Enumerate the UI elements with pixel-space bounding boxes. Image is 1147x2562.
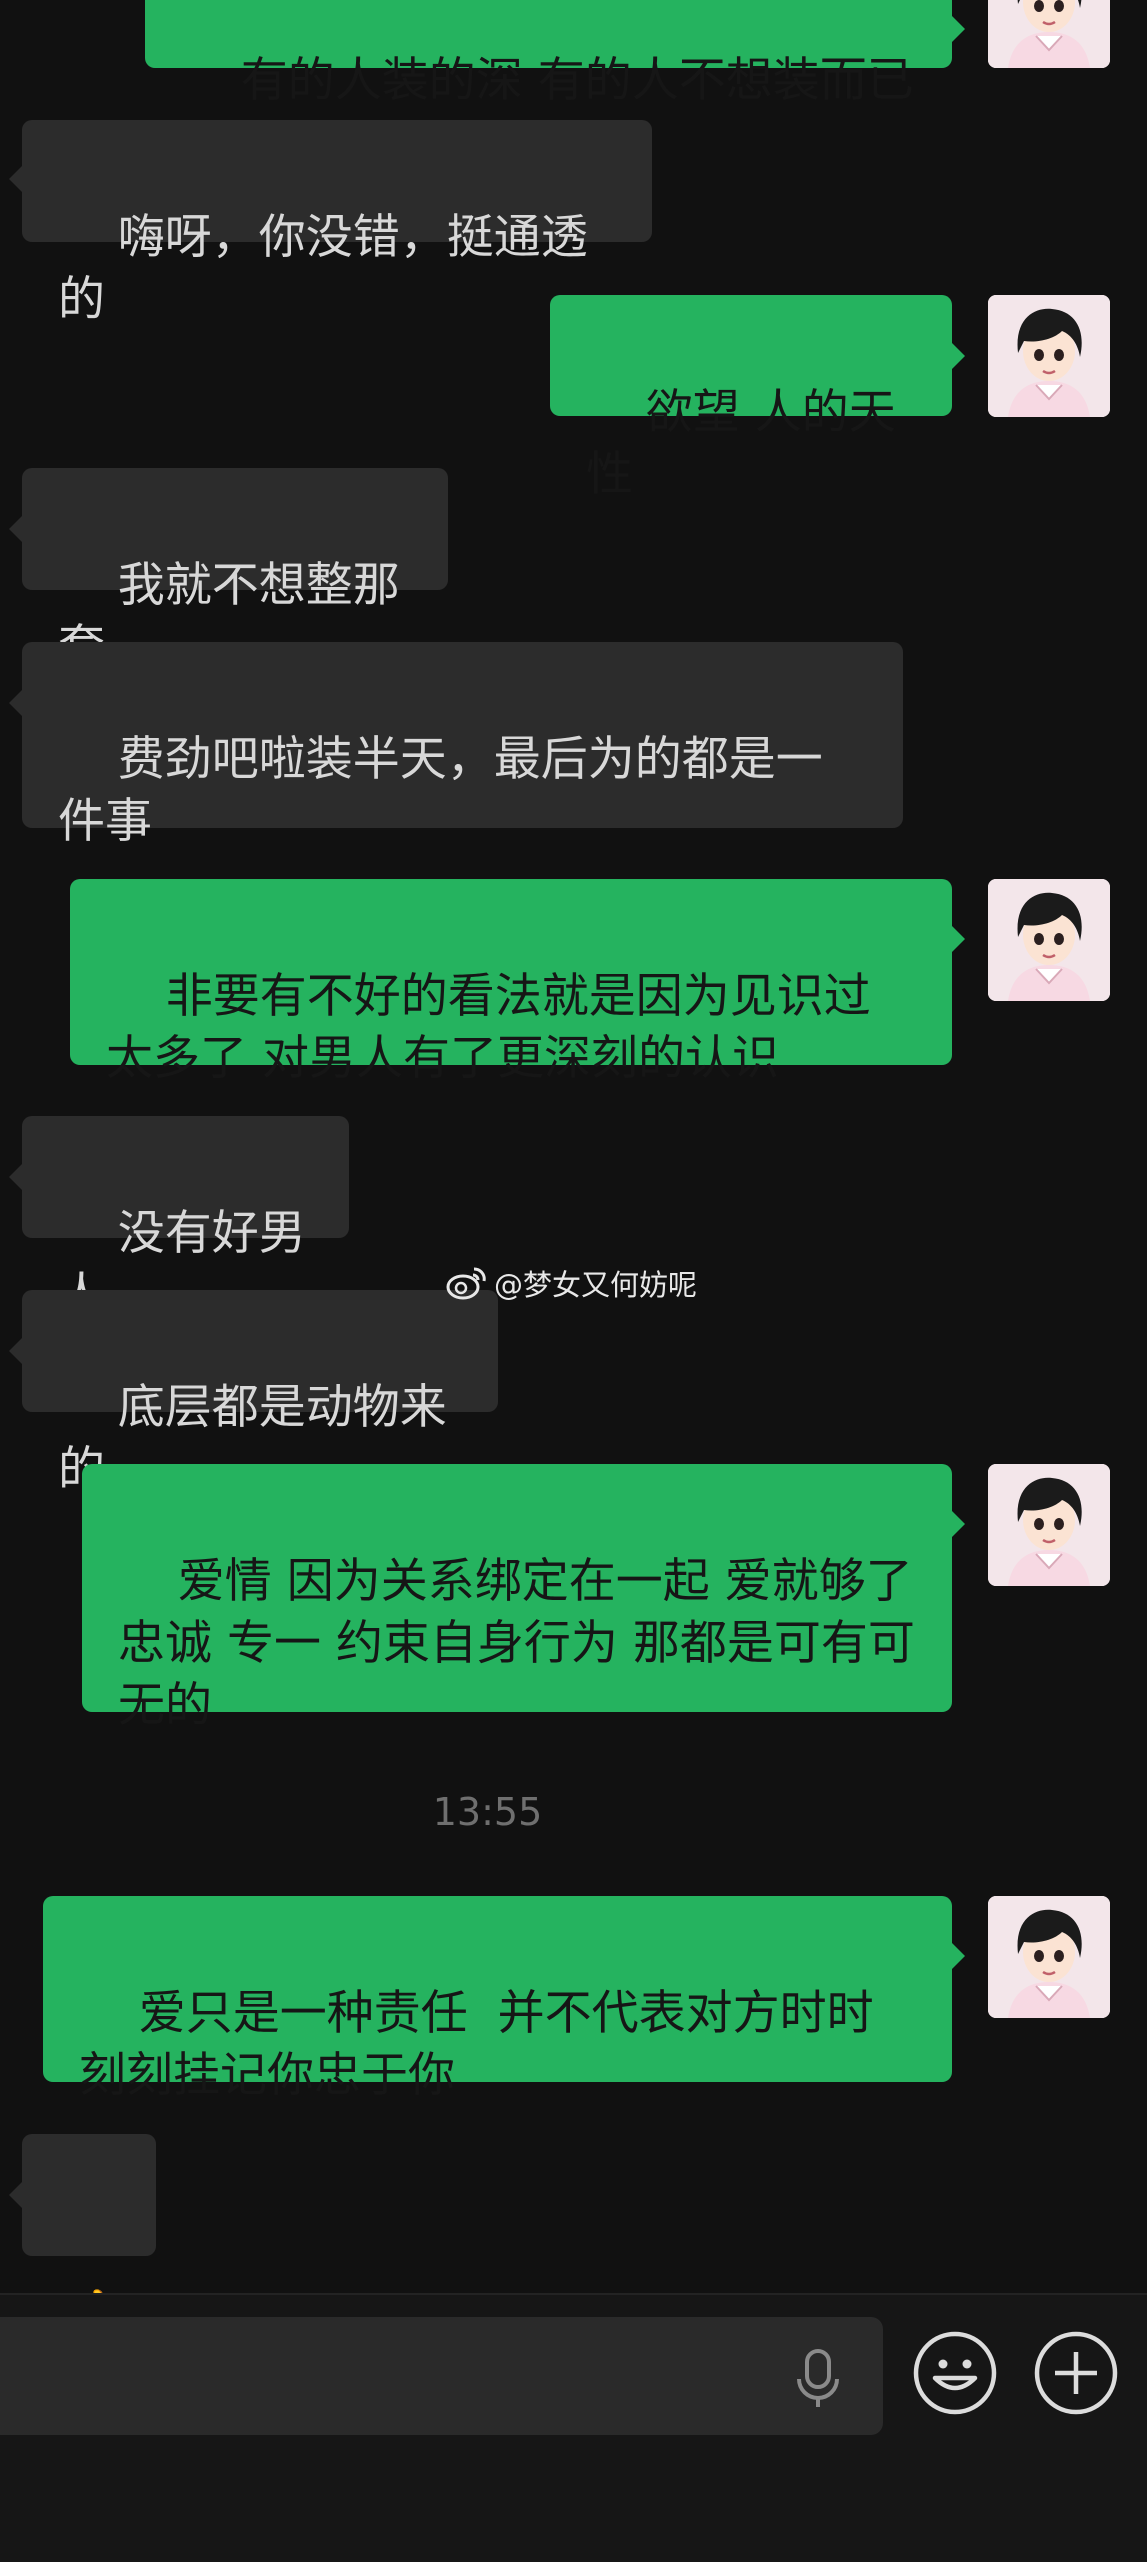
- message-text: 欲望 人的天性: [586, 385, 896, 502]
- chat-history[interactable]: 有的人装的深 有的人不想装而已 嗨呀，你没错，挺通透的 欲望 人的天性 我就不想…: [0, 0, 1147, 2348]
- user-avatar[interactable]: [988, 1896, 1110, 2018]
- watermark: @梦女又何妨呢: [446, 1262, 697, 1304]
- user-avatar[interactable]: [988, 879, 1110, 1001]
- bubble-tail: [9, 1164, 22, 1190]
- watermark-text: @梦女又何妨呢: [494, 1268, 698, 1302]
- message-bubble-outgoing[interactable]: 有的人装的深 有的人不想装而已: [145, 0, 952, 108]
- emoji-icon[interactable]: [912, 2330, 998, 2416]
- message-bubble-incoming[interactable]: 👍: [22, 2134, 156, 2348]
- bubble-tail: [952, 16, 965, 42]
- message-bubble-outgoing[interactable]: 非要有不好的看法就是因为见识过太多了 对男人有了更深刻的认识: [70, 879, 952, 1086]
- message-bubble-incoming[interactable]: 没有好男人: [22, 1116, 349, 1323]
- message-text: 有的人装的深 有的人不想装而已: [240, 53, 914, 108]
- message-text: 嗨呀，你没错，挺通透的: [58, 210, 588, 327]
- avatar-portrait-icon: [988, 1464, 1110, 1586]
- bubble-tail: [952, 926, 965, 952]
- message-text: 爱只是一种责任 并不代表对方时时刻刻挂记你忠于你: [79, 1986, 874, 2103]
- message-bubble-incoming[interactable]: 底层都是动物来的: [22, 1290, 498, 1497]
- chat-input-bar: [0, 2293, 1147, 2562]
- avatar-portrait-icon: [988, 295, 1110, 417]
- bubble-tail: [952, 343, 965, 369]
- message-bubble-outgoing[interactable]: 爱只是一种责任 并不代表对方时时刻刻挂记你忠于你: [43, 1896, 952, 2103]
- bubble-tail: [9, 2182, 22, 2208]
- avatar-portrait-icon: [988, 0, 1110, 68]
- message-bubble-outgoing[interactable]: 爱情 因为关系绑定在一起 爱就够了 忠诚 专一 约束自身行为 那都是可有可无的: [82, 1464, 952, 1733]
- bubble-tail: [952, 1943, 965, 1969]
- user-avatar[interactable]: [988, 295, 1110, 417]
- weibo-icon: [446, 1267, 486, 1300]
- bubble-tail: [9, 690, 22, 716]
- message-input[interactable]: [0, 2317, 883, 2435]
- bubble-tail: [9, 516, 22, 542]
- message-bubble-incoming[interactable]: 费劲吧啦装半天，最后为的都是一件事: [22, 642, 903, 849]
- message-text: 费劲吧啦装半天，最后为的都是一件事: [58, 732, 823, 849]
- message-bubble-outgoing[interactable]: 欲望 人的天性: [550, 295, 952, 502]
- bubble-tail: [952, 1511, 965, 1537]
- message-bubble-incoming[interactable]: 我就不想整那套: [22, 468, 448, 675]
- bubble-tail: [9, 166, 22, 192]
- user-avatar[interactable]: [988, 0, 1110, 68]
- message-timestamp: 13:55: [432, 1790, 543, 1834]
- bubble-tail: [9, 1338, 22, 1364]
- message-text: 爱情 因为关系绑定在一起 爱就够了 忠诚 专一 约束自身行为 那都是可有可无的: [118, 1554, 928, 1733]
- avatar-portrait-icon: [988, 879, 1110, 1001]
- microphone-icon[interactable]: [790, 2327, 846, 2423]
- avatar-portrait-icon: [988, 1896, 1110, 2018]
- message-bubble-incoming[interactable]: 嗨呀，你没错，挺通透的: [22, 120, 652, 327]
- user-avatar[interactable]: [988, 1464, 1110, 1586]
- message-text: 非要有不好的看法就是因为见识过太多了 对男人有了更深刻的认识: [106, 969, 871, 1086]
- plus-icon[interactable]: [1033, 2330, 1119, 2416]
